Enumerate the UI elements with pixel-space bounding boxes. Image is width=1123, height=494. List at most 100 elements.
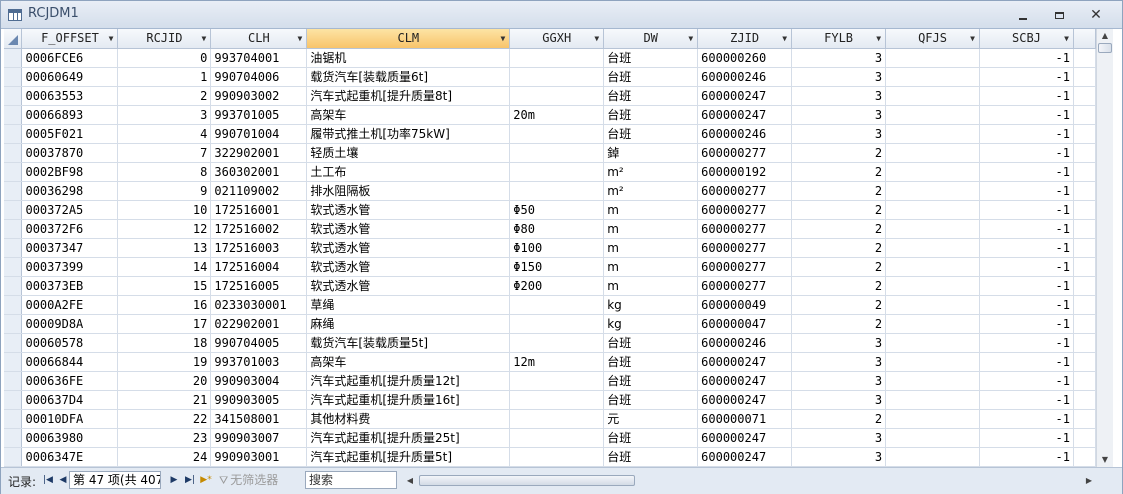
cell-clm[interactable]: 汽车式起重机[提升质量16t]: [306, 390, 511, 410]
cell-clh[interactable]: 341508001: [210, 409, 308, 429]
cell-f-offset[interactable]: 00009D8A: [21, 314, 119, 334]
cell-rcjid[interactable]: 8: [117, 162, 212, 182]
select-all-corner[interactable]: [4, 29, 23, 49]
cell-fylb[interactable]: 2: [791, 143, 887, 163]
sort-dropdown-icon[interactable]: ▼: [500, 29, 505, 47]
cell-qfjs[interactable]: [885, 67, 980, 87]
row-selector[interactable]: [4, 295, 23, 315]
first-record-button[interactable]: |◀: [41, 473, 55, 487]
search-input[interactable]: 搜索: [305, 471, 397, 489]
cell-dw[interactable]: m: [603, 238, 699, 258]
cell-scbj[interactable]: -1: [979, 86, 1074, 106]
cell-ggxh[interactable]: Φ50: [509, 200, 605, 220]
cell-dw[interactable]: 台班: [603, 48, 699, 68]
cell-fylb[interactable]: 3: [791, 67, 887, 87]
column-header-ggxh[interactable]: GGXH ▼: [509, 29, 605, 49]
row-selector[interactable]: [4, 124, 23, 144]
table-row[interactable]: 0006347E 24 990903001 汽车式起重机[提升质量5t] 台班 60000…: [4, 447, 1096, 467]
cell-fylb[interactable]: 3: [791, 390, 887, 410]
cell-ggxh[interactable]: [509, 181, 605, 201]
row-selector[interactable]: [4, 105, 23, 125]
cell-ggxh[interactable]: [509, 67, 605, 87]
column-header-dw[interactable]: DW ▼: [603, 29, 699, 49]
cell-clm[interactable]: 高架车: [306, 352, 511, 372]
cell-f-offset[interactable]: 000636FE: [21, 371, 119, 391]
row-selector[interactable]: [4, 181, 23, 201]
cell-rcjid[interactable]: 13: [117, 238, 212, 258]
cell-clh[interactable]: 0233030001: [210, 295, 308, 315]
cell-ggxh[interactable]: Φ150: [509, 257, 605, 277]
cell-qfjs[interactable]: [885, 352, 980, 372]
cell-clm[interactable]: 载货汽车[装载质量5t]: [306, 333, 511, 353]
row-selector[interactable]: [4, 276, 23, 296]
table-row[interactable]: 00063553 2 990903002 汽车式起重机[提升质量8t] 台班 600000…: [4, 86, 1096, 106]
sort-dropdown-icon[interactable]: ▼: [1064, 29, 1069, 47]
sort-dropdown-icon[interactable]: ▼: [298, 29, 303, 47]
cell-ggxh[interactable]: [509, 295, 605, 315]
table-row[interactable]: 00010DFA 22 341508001 其他材料费 元 600000071 2 -1: [4, 409, 1096, 429]
cell-fylb[interactable]: 3: [791, 333, 887, 353]
cell-qfjs[interactable]: [885, 200, 980, 220]
cell-clh[interactable]: 172516001: [210, 200, 308, 220]
sort-dropdown-icon[interactable]: ▼: [594, 29, 599, 47]
cell-qfjs[interactable]: [885, 409, 980, 429]
table-row[interactable]: 0005F021 4 990701004 履带式推土机[功率75kW] 台班 600000…: [4, 124, 1096, 144]
table-row[interactable]: 000636FE 20 990903004 汽车式起重机[提升质量12t] 台班 6000…: [4, 371, 1096, 391]
cell-f-offset[interactable]: 0000A2FE: [21, 295, 119, 315]
cell-f-offset[interactable]: 00060578: [21, 333, 119, 353]
cell-dw[interactable]: m: [603, 219, 699, 239]
cell-qfjs[interactable]: [885, 371, 980, 391]
cell-qfjs[interactable]: [885, 447, 980, 467]
cell-rcjid[interactable]: 15: [117, 276, 212, 296]
cell-f-offset[interactable]: 00010DFA: [21, 409, 119, 429]
cell-rcjid[interactable]: 4: [117, 124, 212, 144]
cell-clh[interactable]: 021109002: [210, 181, 308, 201]
cell-dw[interactable]: m²: [603, 181, 699, 201]
cell-clm[interactable]: 履带式推土机[功率75kW]: [306, 124, 511, 144]
cell-clh[interactable]: 360302001: [210, 162, 308, 182]
cell-rcjid[interactable]: 20: [117, 371, 212, 391]
cell-scbj[interactable]: -1: [979, 219, 1074, 239]
cell-zjid[interactable]: 600000247: [697, 105, 793, 125]
scroll-right-icon[interactable]: ▶: [1082, 472, 1096, 489]
table-row[interactable]: 000372A5 10 172516001 软式透水管 Φ50 m 600000277 2 -1: [4, 200, 1096, 220]
cell-clh[interactable]: 172516005: [210, 276, 308, 296]
cell-qfjs[interactable]: [885, 219, 980, 239]
cell-f-offset[interactable]: 000372A5: [21, 200, 119, 220]
row-selector[interactable]: [4, 162, 23, 182]
row-selector[interactable]: [4, 67, 23, 87]
cell-dw[interactable]: 台班: [603, 390, 699, 410]
cell-scbj[interactable]: -1: [979, 162, 1074, 182]
cell-ggxh[interactable]: [509, 333, 605, 353]
row-selector[interactable]: [4, 200, 23, 220]
maximize-button[interactable]: [1045, 5, 1073, 25]
cell-fylb[interactable]: 2: [791, 181, 887, 201]
cell-clm[interactable]: 汽车式起重机[提升质量5t]: [306, 447, 511, 467]
cell-f-offset[interactable]: 000373EB: [21, 276, 119, 296]
previous-record-button[interactable]: ◀: [56, 473, 70, 487]
cell-ggxh[interactable]: Φ80: [509, 219, 605, 239]
cell-zjid[interactable]: 600000277: [697, 257, 793, 277]
cell-zjid[interactable]: 600000260: [697, 48, 793, 68]
cell-dw[interactable]: 台班: [603, 371, 699, 391]
cell-f-offset[interactable]: 000637D4: [21, 390, 119, 410]
cell-rcjid[interactable]: 24: [117, 447, 212, 467]
cell-clh[interactable]: 022902001: [210, 314, 308, 334]
cell-fylb[interactable]: 3: [791, 371, 887, 391]
cell-clh[interactable]: 993704001: [210, 48, 308, 68]
table-row[interactable]: 00066893 3 993701005 高架车 20m 台班 600000247 3 -1: [4, 105, 1096, 125]
vertical-scrollbar[interactable]: ▲ ▼: [1096, 29, 1113, 467]
cell-ggxh[interactable]: 20m: [509, 105, 605, 125]
cell-ggxh[interactable]: [509, 143, 605, 163]
scroll-left-icon[interactable]: ◀: [403, 472, 417, 489]
cell-scbj[interactable]: -1: [979, 295, 1074, 315]
cell-scbj[interactable]: -1: [979, 67, 1074, 87]
column-header-zjid[interactable]: ZJID ▼: [697, 29, 793, 49]
cell-fylb[interactable]: 2: [791, 257, 887, 277]
cell-dw[interactable]: 台班: [603, 67, 699, 87]
column-header-scbj[interactable]: SCBJ ▼: [979, 29, 1074, 49]
row-selector[interactable]: [4, 314, 23, 334]
cell-ggxh[interactable]: 12m: [509, 352, 605, 372]
cell-f-offset[interactable]: 00066844: [21, 352, 119, 372]
cell-qfjs[interactable]: [885, 276, 980, 296]
